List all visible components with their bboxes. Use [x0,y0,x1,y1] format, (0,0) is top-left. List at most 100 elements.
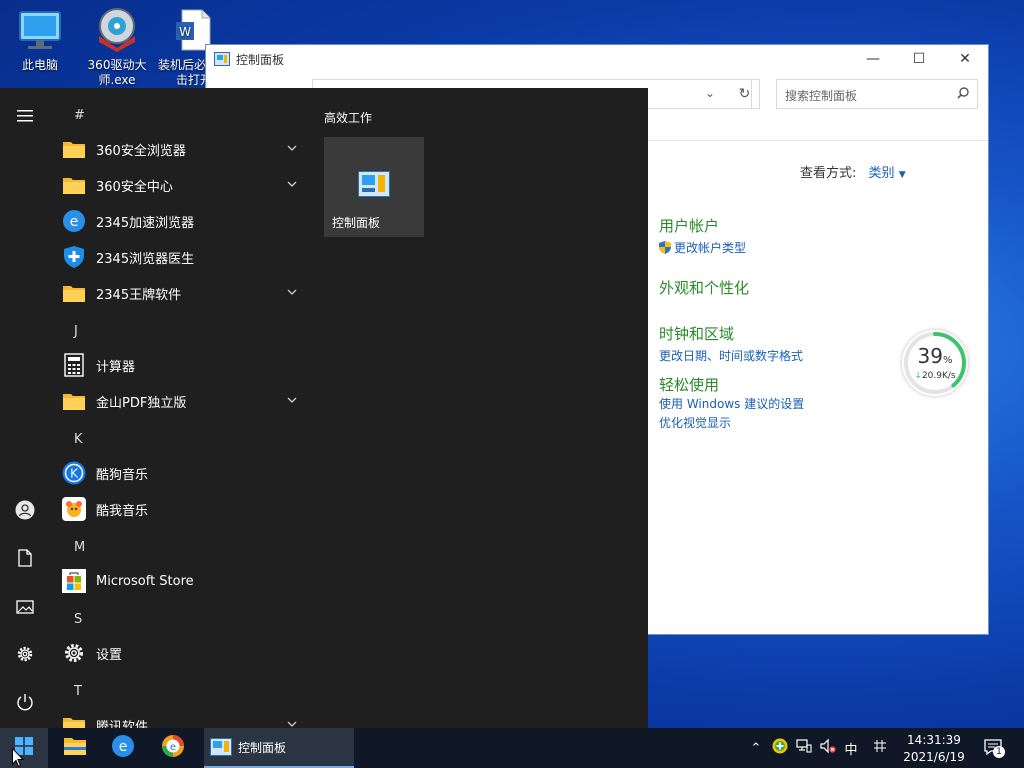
power-button[interactable] [13,692,37,716]
ime-options-button[interactable] [868,728,892,768]
network-button[interactable] [792,728,816,768]
app-item[interactable]: e 2345加速浏览器 [62,204,302,238]
search-icon[interactable] [957,87,969,99]
view-label: 查看方式: [800,166,857,181]
start-menu: # 360安全浏览器 360安全中心 e 2345加速浏览器 2345浏览器医生… [0,88,648,728]
tile-control-panel[interactable]: 控制面板 [324,137,424,237]
letter-header[interactable]: J [74,324,78,339]
letter-header[interactable]: # [74,108,85,123]
pictures-button[interactable] [13,596,37,620]
app-item[interactable]: 计算器 [62,348,302,382]
show-hidden-icons-button[interactable]: ⌃ [744,728,768,768]
network-speed-widget[interactable]: 39% ↓20.9K/s [902,330,968,396]
link-change-account-type[interactable]: 更改帐户类型 [659,239,746,256]
action-center-button[interactable]: 1 [980,728,1008,768]
caret-down-icon: ▼ [898,170,906,180]
browser-2345-icon: e [161,734,185,762]
clock[interactable]: 14:31:39 2021/6/19 [896,732,972,766]
maximize-icon: ☐ [912,51,926,67]
folder-icon [62,173,86,197]
letter-header[interactable]: K [74,432,83,447]
desktop-icon-360-driver[interactable]: 360驱动大师.exe [79,6,155,88]
hamburger-button[interactable] [13,104,37,128]
taskbar-ie-browser[interactable]: e [100,728,146,768]
chevron-down-icon[interactable] [286,286,298,298]
gear-icon [62,641,86,665]
svg-text:K: K [70,467,79,481]
documents-button[interactable] [13,548,37,572]
close-icon: ✕ [959,51,971,67]
minimize-button[interactable]: — [850,45,896,73]
clock-time: 14:31:39 [907,733,961,747]
notification-count: 1 [993,746,1005,758]
speed-percent: 39% [917,344,953,368]
view-mode: 查看方式: 类别 ▼ [800,162,906,181]
chevron-down-icon[interactable] [286,142,298,154]
link-optimize-display[interactable]: 优化视觉显示 [659,414,731,431]
taskbar-window-title: 控制面板 [238,740,287,755]
category-appearance[interactable]: 外观和个性化 [659,277,749,298]
ie-browser-icon: e [111,734,135,762]
letter-header[interactable]: S [74,612,82,627]
close-button[interactable]: ✕ [942,45,988,73]
app-item[interactable]: 360安全浏览器 [62,132,302,166]
kuwo-icon [62,497,86,521]
calculator-icon [62,353,86,377]
app-item[interactable]: Microsoft Store [62,564,302,598]
taskbar-control-panel[interactable]: 控制面板 [204,728,354,768]
view-dropdown[interactable]: 类别 ▼ [869,166,906,181]
app-list[interactable]: # 360安全浏览器 360安全中心 e 2345加速浏览器 2345浏览器医生… [50,88,312,728]
desktop-icon-label: 360驱动大师.exe [87,58,147,87]
svg-text:e: e [119,739,128,755]
user-account-button[interactable] [13,500,37,524]
refresh-button[interactable]: ↻ [730,79,760,109]
settings-button[interactable] [13,644,37,668]
start-button[interactable] [0,728,48,768]
search-input[interactable]: 搜索控制面板 [776,79,978,109]
letter-header[interactable]: T [74,684,82,699]
arrow-down-icon: ↓ [914,371,922,381]
letter-header[interactable]: M [74,540,85,555]
refresh-icon: ↻ [738,86,751,102]
chevron-down-icon[interactable] [286,178,298,190]
volume-button[interactable] [816,728,840,768]
store-icon [62,569,86,593]
picture-icon [16,599,34,618]
uac-shield-icon [659,241,671,254]
taskbar-2345-browser[interactable]: e [150,728,196,768]
chevron-down-icon[interactable] [286,718,298,728]
ie-browser-icon: e [62,209,86,233]
app-item[interactable]: 设置 [62,636,302,670]
minimize-icon: — [866,51,880,67]
taskbar-file-explorer[interactable] [52,728,98,768]
document-icon [18,549,32,571]
app-item[interactable]: 360安全中心 [62,168,302,202]
maximize-button[interactable]: ☐ [896,45,942,73]
link-change-date-format[interactable]: 更改日期、时间或数字格式 [659,347,803,364]
folder-icon [62,281,86,305]
category-user-accounts[interactable]: 用户帐户 [659,215,719,236]
360-security-icon [772,738,788,758]
volume-muted-icon [820,738,836,758]
app-item[interactable]: 2345浏览器医生 [62,240,302,274]
notification-icon: 1 [984,739,1005,758]
taskbar: e e 控制面板 ⌃ 中 14:31:39 2021/6/19 1 [0,728,1024,768]
tray-360-button[interactable] [768,728,792,768]
mouse-cursor-icon [12,747,25,768]
chevron-down-icon[interactable] [286,394,298,406]
desktop-icon-this-pc[interactable]: 此电脑 [2,6,78,73]
ime-mode-button[interactable]: 中 [840,728,862,768]
chevron-down-icon[interactable]: ⌄ [705,86,715,100]
gear-icon [16,645,34,667]
app-item[interactable]: 金山PDF独立版 [62,384,302,418]
link-recommended-settings[interactable]: 使用 Windows 建议的设置 [659,395,804,412]
network-icon [796,738,812,758]
file-explorer-icon [63,736,87,760]
category-clock-region[interactable]: 时钟和区域 [659,323,734,344]
category-ease-of-access[interactable]: 轻松使用 [659,374,719,395]
tile-group-title[interactable]: 高效工作 [324,109,372,126]
app-item[interactable]: 酷我音乐 [62,492,302,526]
app-item[interactable]: K 酷狗音乐 [62,456,302,490]
app-item[interactable]: 2345王牌软件 [62,276,302,310]
app-item[interactable]: 腾讯软件 [62,708,302,728]
